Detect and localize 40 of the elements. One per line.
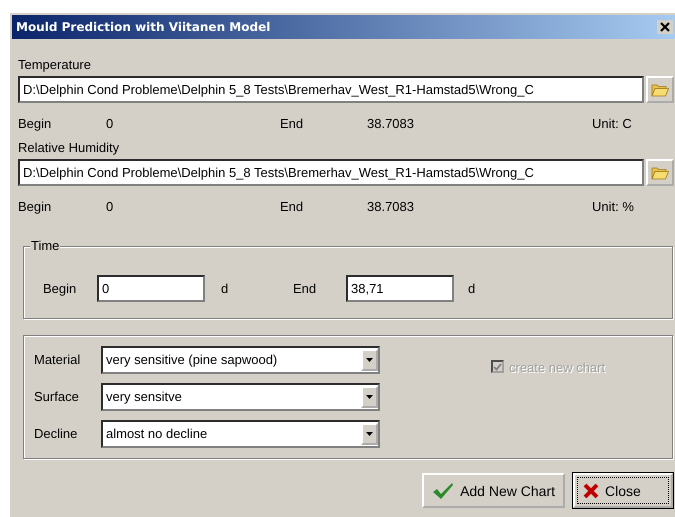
unit-label: Unit: % <box>592 198 635 214</box>
field-label: Surface <box>34 389 80 404</box>
begin-label: Begin <box>18 116 52 130</box>
end-label: End <box>280 116 304 130</box>
field-label: Decline <box>34 426 78 441</box>
dropdown[interactable]: very sensitve <box>101 382 380 410</box>
dropdown[interactable]: very sensitive (pine sapwood) <box>101 346 380 374</box>
unit-label: Unit: C <box>592 116 633 130</box>
end-label: End <box>280 198 304 214</box>
browse-button[interactable] <box>646 76 674 103</box>
folder-icon <box>651 82 669 96</box>
unit-label: d <box>221 281 230 296</box>
window-title: Mould Prediction with Viitanen Model <box>16 20 270 34</box>
close-button[interactable]: Close <box>573 473 673 508</box>
field-label: Temperature <box>18 57 92 73</box>
caret-icon <box>366 432 373 436</box>
add-chart-button[interactable]: Add New Chart <box>422 473 565 508</box>
end-label: End <box>293 281 318 296</box>
begin-label: Begin <box>18 198 52 214</box>
check-icon <box>432 482 454 500</box>
close-icon <box>583 482 599 498</box>
dropdown[interactable]: almost no decline <box>101 420 380 448</box>
begin-label: Begin <box>43 281 78 296</box>
begin-input[interactable]: 0 <box>97 275 205 302</box>
end-value: 38.7083 <box>367 198 415 214</box>
begin-value: 0 <box>106 116 114 130</box>
end-value: 38.7083 <box>367 116 415 130</box>
end-input[interactable]: 38,71 <box>346 275 454 302</box>
file-path-field[interactable]: D:\Delphin Cond Probleme\Delphin 5_8 Tests\Bremerhav_West_R1-Hamstad5\Wrong_C <box>18 159 644 186</box>
begin-value: 0 <box>106 198 114 214</box>
browse-button[interactable] <box>646 159 674 186</box>
caret-icon <box>366 394 373 398</box>
folder-icon <box>651 166 669 180</box>
caret-icon <box>366 358 373 362</box>
unit-label: d <box>468 281 476 296</box>
close-icon[interactable] <box>657 20 673 34</box>
group-title: Time <box>30 238 60 253</box>
file-path-field[interactable]: D:\Delphin Cond Probleme\Delphin 5_8 Tests\Bremerhav_West_R1-Hamstad5\Wrong_C <box>18 76 644 103</box>
field-label: Material <box>34 352 82 367</box>
field-label: Relative Humidity <box>18 140 120 156</box>
